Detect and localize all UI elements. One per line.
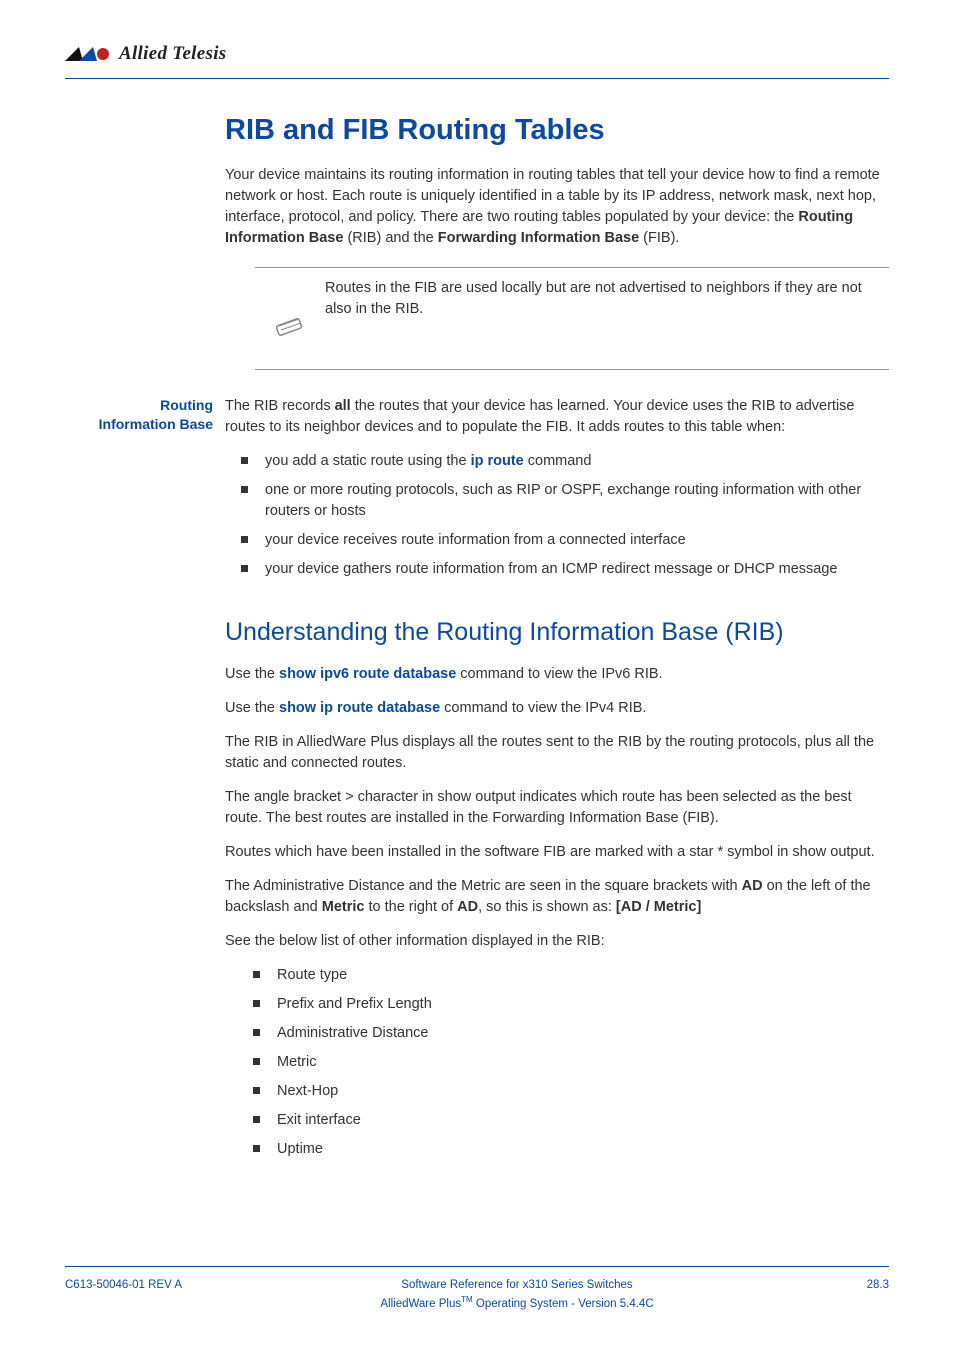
footer-divider — [65, 1266, 889, 1267]
body-text: Use the show ipv6 route database command… — [225, 664, 889, 685]
brand-name: Allied Telesis — [119, 40, 226, 68]
pencil-icon — [273, 278, 309, 345]
list-item: Metric — [259, 1052, 889, 1073]
list-item: Route type — [259, 965, 889, 986]
body-text: The Administrative Distance and the Metr… — [225, 876, 889, 918]
main-content: RIB and FIB Routing Tables Your device m… — [65, 109, 889, 1161]
body-text: See the below list of other information … — [225, 931, 889, 952]
rib-section: Routing Information Base The RIB records… — [225, 396, 889, 438]
footer-subtitle: AlliedWare PlusTM Operating System - Ver… — [225, 1294, 809, 1313]
list-item: Uptime — [259, 1139, 889, 1160]
page-header: Allied Telesis — [65, 40, 889, 68]
footer-center: Software Reference for x310 Series Switc… — [225, 1277, 809, 1312]
rib-description: The RIB records all the routes that your… — [225, 396, 889, 438]
show-ip-route-link[interactable]: show ip route database — [279, 700, 440, 716]
header-divider — [65, 78, 889, 79]
list-item: your device gathers route information fr… — [247, 559, 889, 580]
body-text: The angle bracket > character in show ou… — [225, 787, 889, 829]
body-text: The RIB in AlliedWare Plus displays all … — [225, 732, 889, 774]
page-title: RIB and FIB Routing Tables — [225, 109, 889, 151]
show-ipv6-route-link[interactable]: show ipv6 route database — [279, 666, 456, 682]
note-callout: Routes in the FIB are used locally but a… — [255, 267, 889, 370]
list-item: Next-Hop — [259, 1081, 889, 1102]
list-item: Administrative Distance — [259, 1023, 889, 1044]
page-number: 28.3 — [809, 1277, 889, 1294]
ip-route-link[interactable]: ip route — [471, 453, 524, 469]
section-heading: Understanding the Routing Information Ba… — [225, 614, 889, 650]
intro-paragraph: Your device maintains its routing inform… — [225, 165, 889, 249]
rib-conditions-list: you add a static route using the ip rout… — [225, 451, 889, 580]
body-text: Use the show ip route database command t… — [225, 698, 889, 719]
page-footer: C613-50046-01 REV A Software Reference f… — [65, 1266, 889, 1312]
margin-heading-rib: Routing Information Base — [55, 396, 213, 434]
list-item: Exit interface — [259, 1110, 889, 1131]
body-text: Routes which have been installed in the … — [225, 842, 889, 863]
list-item: you add a static route using the ip rout… — [247, 451, 889, 472]
note-text: Routes in the FIB are used locally but a… — [325, 278, 889, 345]
list-item: your device receives route information f… — [247, 530, 889, 551]
doc-ref: C613-50046-01 REV A — [65, 1277, 225, 1294]
rib-fields-list: Route type Prefix and Prefix Length Admi… — [225, 965, 889, 1160]
brand-logo-icon — [65, 43, 111, 65]
footer-title: Software Reference for x310 Series Switc… — [225, 1277, 809, 1294]
list-item: one or more routing protocols, such as R… — [247, 480, 889, 522]
list-item: Prefix and Prefix Length — [259, 994, 889, 1015]
